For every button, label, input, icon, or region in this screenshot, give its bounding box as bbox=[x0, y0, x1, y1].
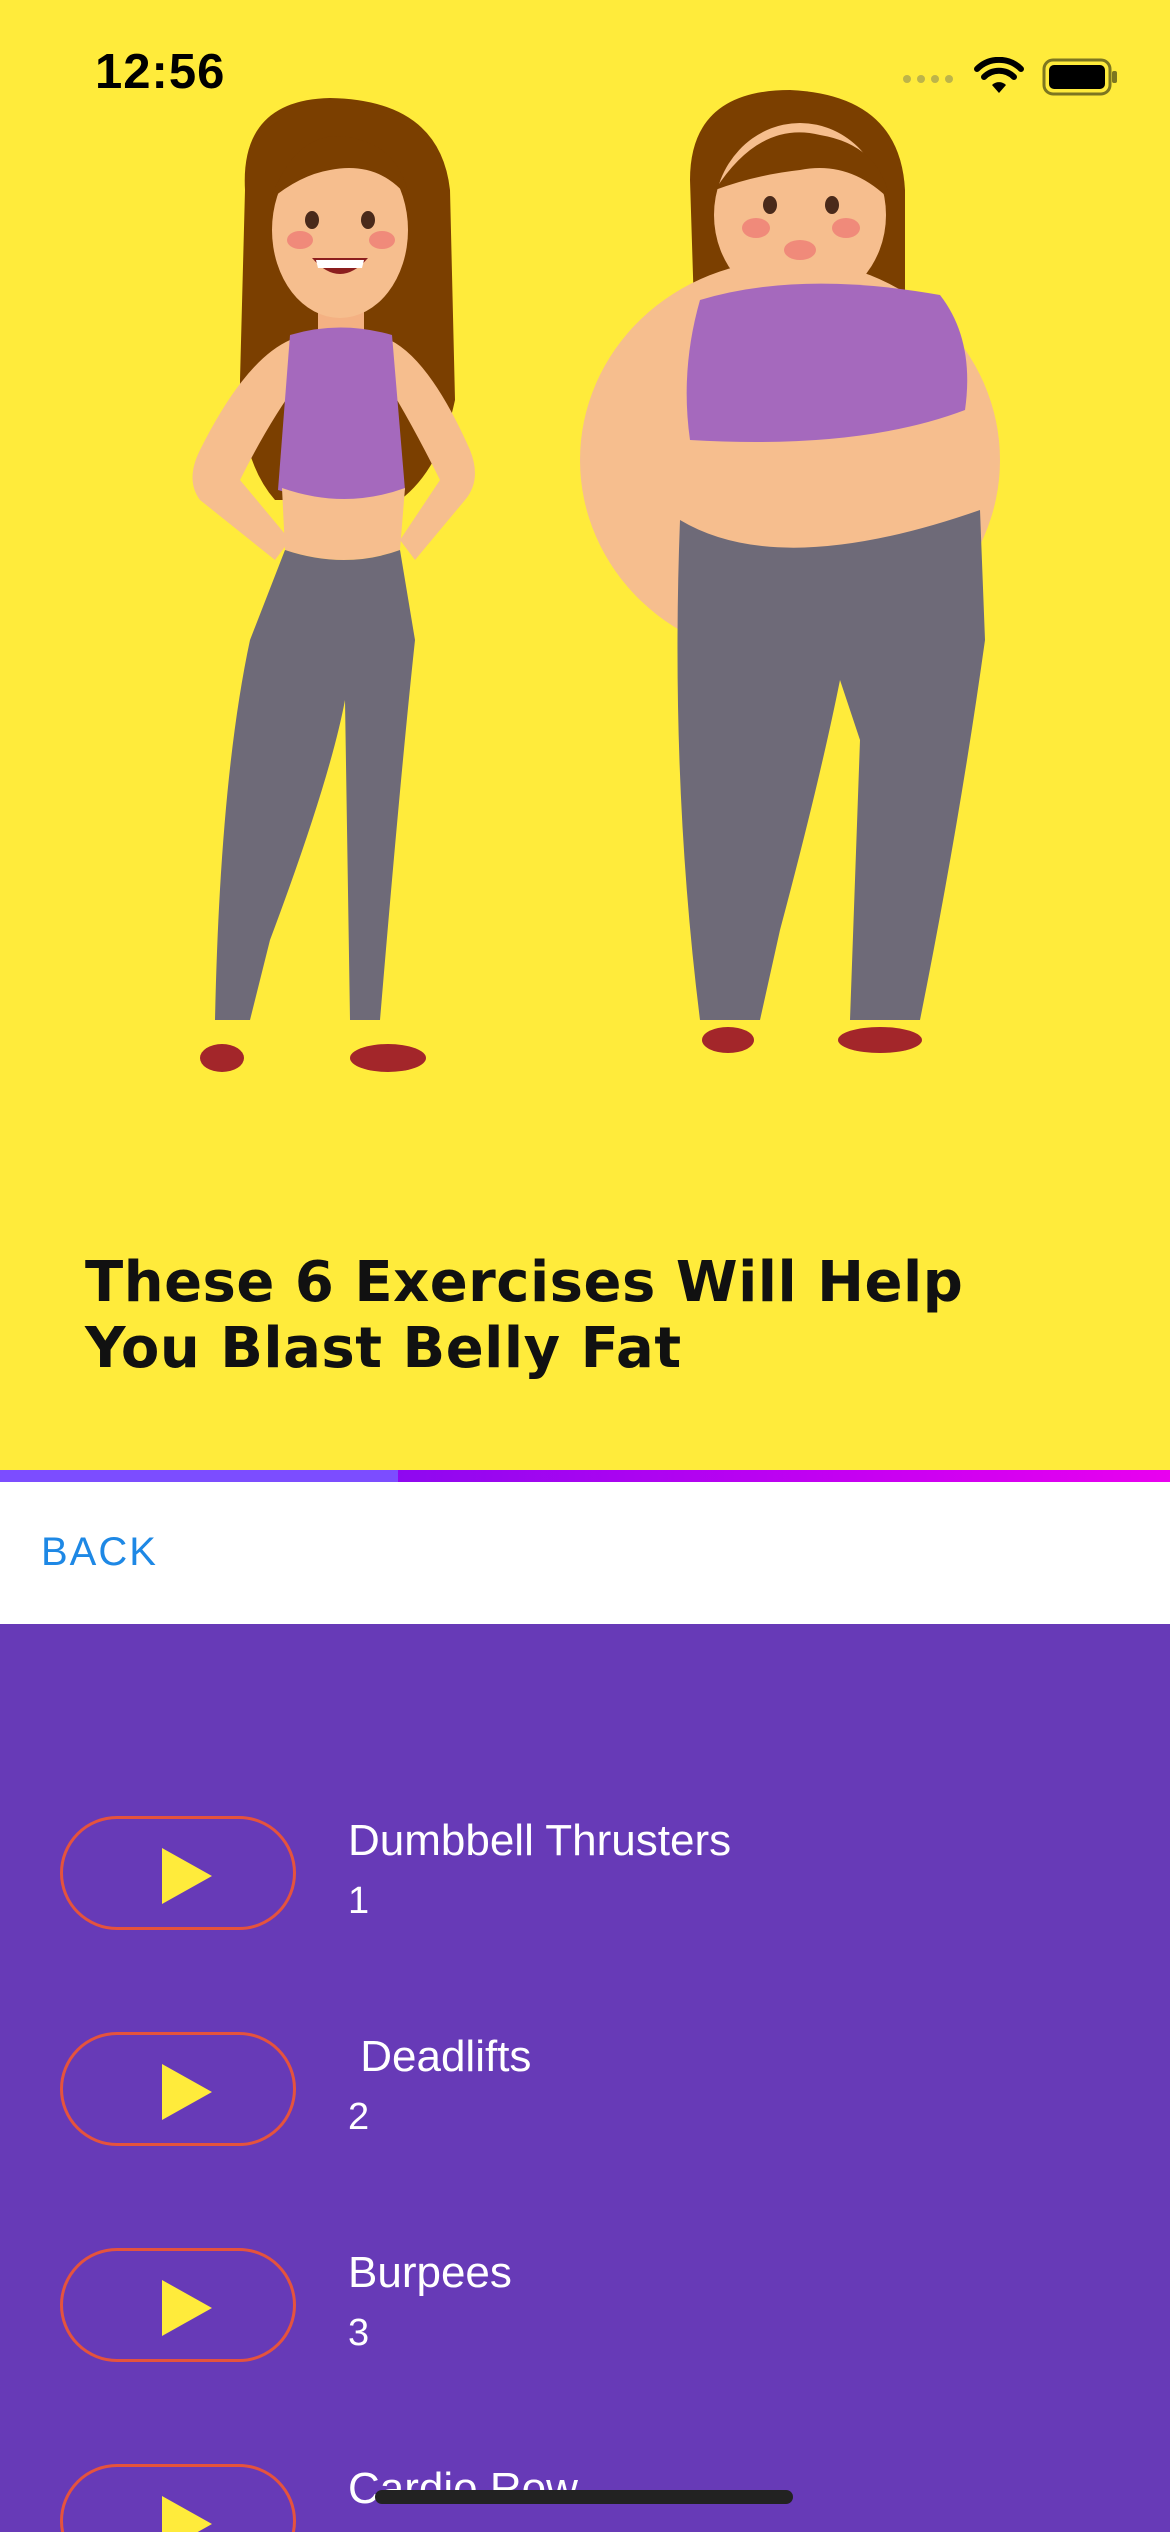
exercise-row[interactable]: Burpees 3 bbox=[0, 2248, 1170, 2428]
exercise-row[interactable]: Dumbbell Thrusters 1 bbox=[0, 1816, 1170, 1996]
play-button[interactable] bbox=[60, 2464, 296, 2532]
exercise-name: Deadlifts bbox=[348, 2032, 532, 2081]
play-button[interactable] bbox=[60, 2248, 296, 2362]
navigation-bar: BACK bbox=[0, 1482, 1170, 1624]
exercise-name: Cardio Row bbox=[348, 2464, 578, 2513]
play-button[interactable] bbox=[60, 1816, 296, 1930]
belly-fat-illustration bbox=[192, 90, 1000, 1072]
slim-woman-figure bbox=[192, 98, 475, 1072]
exercise-number: 1 bbox=[348, 1880, 370, 1922]
article-title: These 6 Exercises Will Help You Blast Be… bbox=[85, 1250, 964, 1381]
progress-bar-fill bbox=[0, 1470, 398, 1482]
play-icon bbox=[162, 2064, 212, 2120]
back-button[interactable]: BACK bbox=[41, 1530, 158, 1575]
progress-bar-track bbox=[398, 1470, 1170, 1482]
exercise-name: Dumbbell Thrusters bbox=[348, 1816, 732, 1865]
home-indicator[interactable] bbox=[375, 2490, 793, 2504]
heavy-woman-figure bbox=[580, 90, 1000, 1053]
exercise-row[interactable]: Deadlifts 2 bbox=[0, 2032, 1170, 2212]
progress-bar bbox=[0, 1470, 1170, 1482]
hero-banner: 12:56 These 6 Exercises Will Help You Bl… bbox=[0, 0, 1170, 1470]
play-icon bbox=[162, 1848, 212, 1904]
play-icon bbox=[162, 2280, 212, 2336]
exercise-number: 3 bbox=[348, 2312, 370, 2354]
exercise-number: 2 bbox=[348, 2096, 370, 2138]
exercise-list: Dumbbell Thrusters 1 Deadlifts 2 Burpees 3 Ca… bbox=[0, 1624, 1170, 2532]
play-button[interactable] bbox=[60, 2032, 296, 2146]
exercise-name: Burpees bbox=[348, 2248, 512, 2297]
play-icon bbox=[162, 2496, 212, 2532]
